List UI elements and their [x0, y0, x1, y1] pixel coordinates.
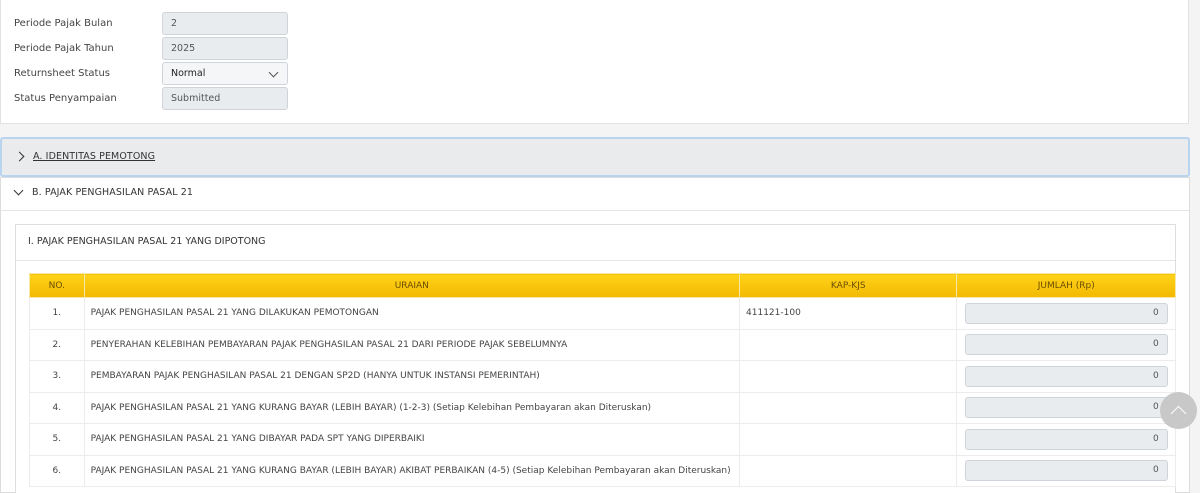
row-description: PAJAK PENGHASILAN PASAL 21 YANG DIBAYAR …	[83, 423, 741, 456]
row-kap-kjs	[739, 391, 958, 424]
table-row: 6. PAJAK PENGHASILAN PASAL 21 YANG KURAN…	[29, 454, 1176, 487]
periode-bulan-label: Periode Pajak Bulan	[14, 18, 113, 29]
returnsheet-status-select[interactable]: Normal	[162, 62, 288, 85]
row-number: 3.	[29, 360, 85, 393]
col-header-jumlah: JUMLAH (Rp)	[956, 273, 1176, 298]
row-amount-cell: 0	[956, 328, 1176, 361]
amount-field[interactable]: 0	[964, 334, 1168, 356]
row-kap-kjs	[739, 423, 958, 456]
row-amount-cell: 0	[956, 391, 1176, 424]
chevron-down-icon	[268, 67, 279, 78]
returnsheet-status-label: Returnsheet Status	[14, 68, 111, 79]
amount-field[interactable]: 0	[964, 428, 1168, 450]
amount-field[interactable]: 0	[964, 365, 1168, 387]
status-penyampaian-label: Status Penyampaian	[14, 93, 117, 104]
chevron-right-icon	[14, 151, 25, 162]
row-kap-kjs	[739, 360, 958, 393]
row-amount-cell: 0	[956, 454, 1176, 487]
col-header-kap: KAP-KJS	[739, 273, 958, 298]
periode-tahun-label: Periode Pajak Tahun	[14, 43, 114, 54]
periode-bulan-field[interactable]: 2	[162, 12, 288, 35]
chevron-up-icon	[1170, 405, 1187, 421]
accordion-b-header[interactable]: B. PAJAK PENGHASILAN PASAL 21	[13, 185, 193, 198]
row-kap-kjs	[739, 328, 958, 361]
row-kap-kjs	[739, 454, 958, 487]
table-row: 1. PAJAK PENGHASILAN PASAL 21 YANG DILAK…	[29, 297, 1176, 330]
row-number: 4.	[29, 391, 85, 424]
row-number: 1.	[29, 297, 85, 330]
col-header-no: NO.	[29, 273, 85, 298]
amount-field[interactable]: 0	[964, 460, 1168, 482]
row-amount-cell: 0	[956, 297, 1176, 330]
table-row: 5. PAJAK PENGHASILAN PASAL 21 YANG DIBAY…	[29, 423, 1176, 456]
row-number: 5.	[29, 423, 85, 456]
accordion-pph-pasal-21: B. PAJAK PENGHASILAN PASAL 21 I. PAJAK P…	[0, 177, 1190, 493]
table-header-row: NO. URAIAN KAP-KJS JUMLAH (Rp)	[29, 273, 1176, 298]
accordion-a-header[interactable]: A. IDENTITAS PEMOTONG	[14, 151, 156, 162]
row-description: PAJAK PENGHASILAN PASAL 21 YANG KURANG B…	[83, 454, 741, 487]
row-kap-kjs: 411121-100	[739, 297, 958, 330]
row-description: PENYERAHAN KELEBIHAN PEMBAYARAN PAJAK PE…	[83, 328, 741, 361]
periode-tahun-field[interactable]: 2025	[162, 37, 288, 60]
row-description: PEMBAYARAN PAJAK PENGHASILAN PASAL 21 DE…	[83, 360, 741, 393]
scroll-to-top-button[interactable]	[1160, 392, 1197, 429]
pph-table: NO. URAIAN KAP-KJS JUMLAH (Rp) 1. PAJAK …	[29, 273, 1176, 487]
row-amount-cell: 0	[956, 360, 1176, 393]
returnsheet-status-value: Normal	[171, 68, 206, 79]
table-row: 2. PENYERAHAN KELEBIHAN PEMBAYARAN PAJAK…	[29, 328, 1176, 361]
row-number: 6.	[29, 454, 85, 487]
accordion-b-title: B. PAJAK PENGHASILAN PASAL 21	[32, 187, 193, 198]
row-number: 2.	[29, 328, 85, 361]
accordion-a-title: A. IDENTITAS PEMOTONG	[33, 151, 156, 162]
amount-field[interactable]: 0	[964, 397, 1168, 419]
row-amount-cell: 0	[956, 423, 1176, 456]
tax-period-form: Periode Pajak Bulan 2 Periode Pajak Tahu…	[0, 0, 1189, 124]
divider	[16, 260, 1175, 261]
chevron-down-icon	[13, 185, 24, 196]
status-penyampaian-field[interactable]: Submitted	[162, 87, 288, 110]
pph-dipotong-card: I. PAJAK PENGHASILAN PASAL 21 YANG DIPOT…	[15, 224, 1176, 493]
row-description: PAJAK PENGHASILAN PASAL 21 YANG KURANG B…	[83, 391, 741, 424]
row-description: PAJAK PENGHASILAN PASAL 21 YANG DILAKUKA…	[83, 297, 741, 330]
amount-field[interactable]: 0	[964, 302, 1168, 324]
table-row: 4. PAJAK PENGHASILAN PASAL 21 YANG KURAN…	[29, 391, 1176, 424]
pph-dipotong-title: I. PAJAK PENGHASILAN PASAL 21 YANG DIPOT…	[28, 236, 266, 247]
divider	[1, 210, 1189, 211]
accordion-identitas-pemotong[interactable]: A. IDENTITAS PEMOTONG	[0, 137, 1190, 177]
col-header-uraian: URAIAN	[83, 273, 741, 298]
table-row: 3. PEMBAYARAN PAJAK PENGHASILAN PASAL 21…	[29, 360, 1176, 393]
